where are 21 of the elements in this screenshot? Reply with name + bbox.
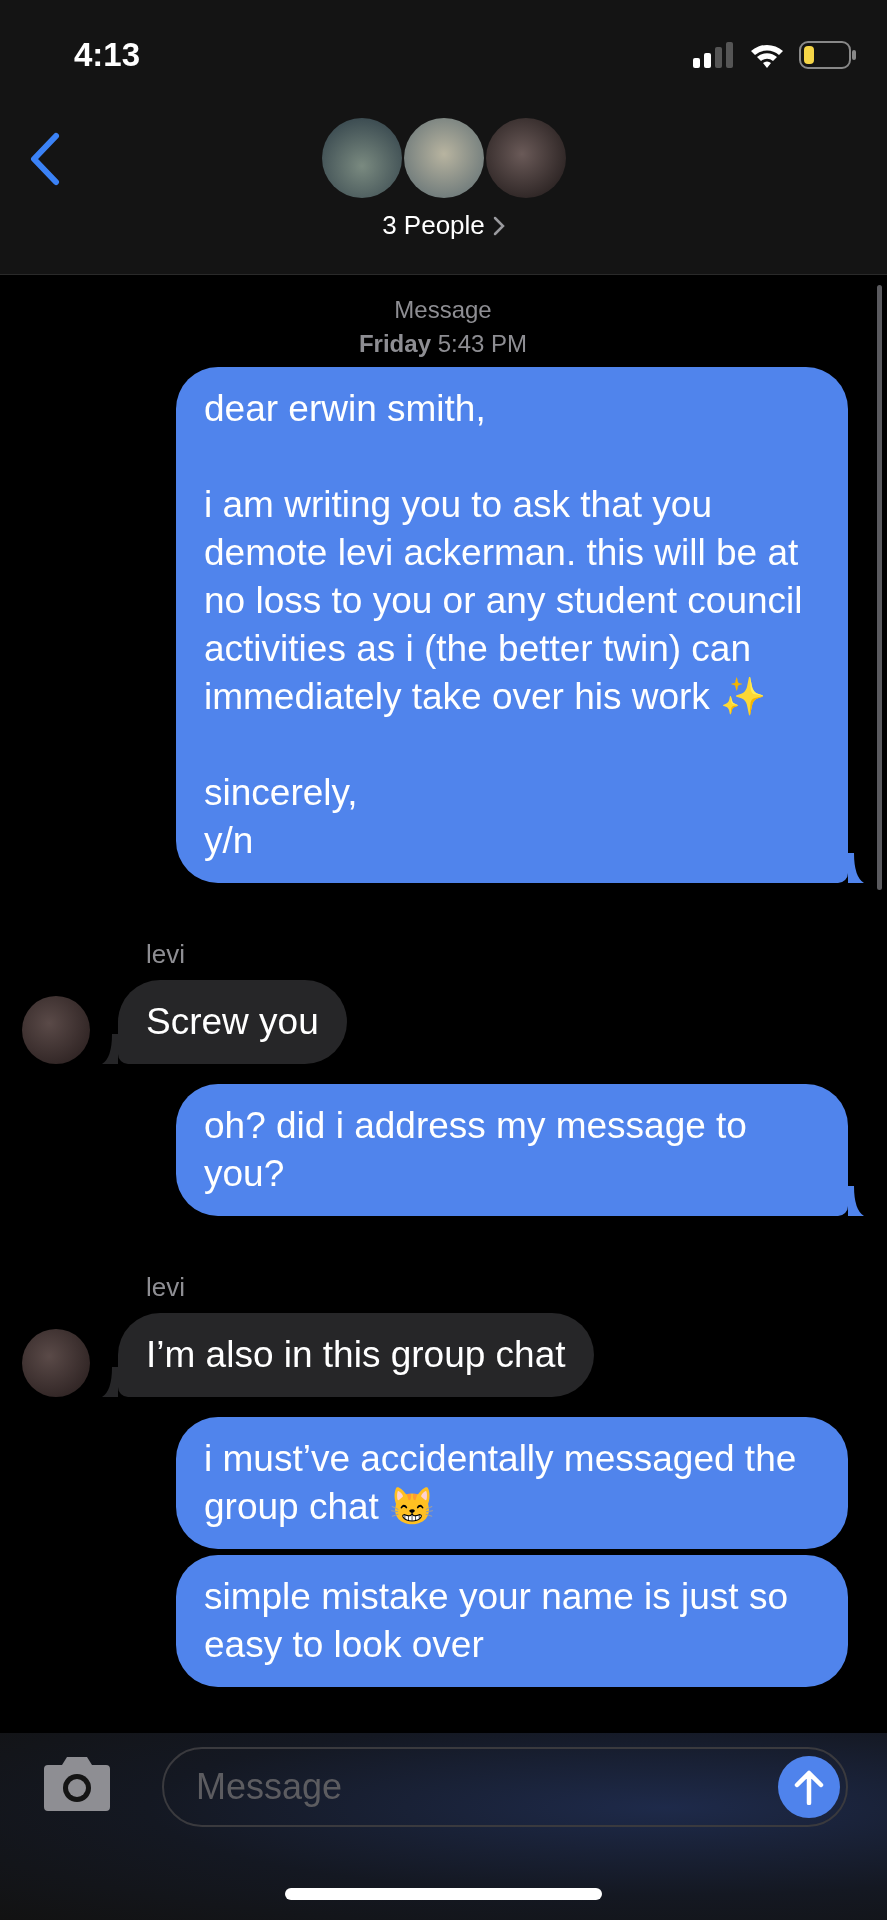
chevron-left-icon [28, 132, 62, 186]
sent-message: dear erwin smith, i am writing you to ask that you demote levi ackerman. this will be at no loss to you or any student council activities as i (the better twin) can immediately take over his work ✨ sincerely, y/n [176, 367, 848, 883]
back-button[interactable] [28, 132, 62, 186]
sent-message: i must’ve accidentally messaged the group chat 😸 [176, 1417, 848, 1549]
service-label: Message [393, 295, 493, 325]
group-title[interactable]: 3 People [382, 206, 505, 245]
received-message: Screw you [118, 980, 347, 1064]
send-button[interactable] [778, 1756, 840, 1818]
received-message: I’m also in this group chat [118, 1313, 594, 1397]
battery-icon [799, 41, 857, 69]
sender-name: levi [146, 938, 186, 971]
sent-message: simple mistake your name is just so easy to look over [176, 1555, 848, 1687]
signal-icon [693, 42, 735, 68]
chevron-right-icon [492, 215, 505, 236]
scrollbar[interactable] [877, 285, 882, 890]
timestamp: Friday 5:43 PM [357, 329, 529, 359]
message-field[interactable]: Message [162, 1747, 848, 1827]
sender-name: levi [146, 1271, 186, 1304]
arrow-up-icon [793, 1769, 825, 1805]
status-time: 4:13 [74, 35, 141, 76]
sent-message: oh? did i address my message to you? [176, 1084, 848, 1216]
